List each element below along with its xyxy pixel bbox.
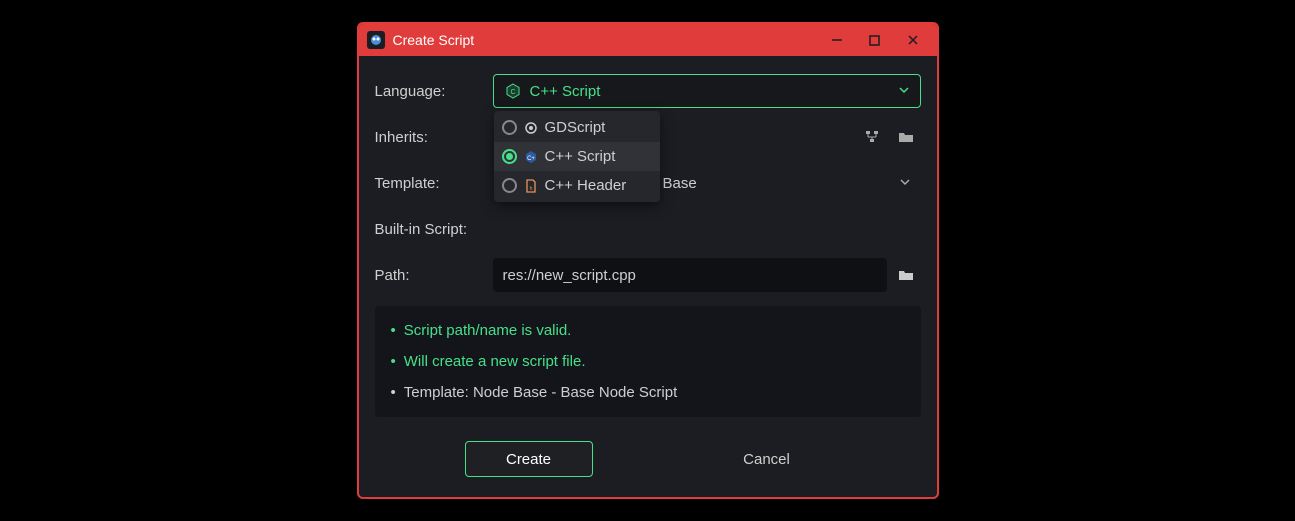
maximize-button[interactable] (867, 32, 883, 48)
builtin-row: Built-in Script: (375, 212, 921, 246)
language-dropdown[interactable]: C C++ Script GDScript (493, 74, 921, 108)
folder-button[interactable] (891, 122, 921, 152)
path-input[interactable]: res://new_script.cpp (493, 258, 887, 292)
template-value: Base (663, 175, 697, 192)
button-label: Create (506, 451, 551, 468)
radio-off-icon (502, 178, 517, 193)
path-label: Path: (375, 267, 493, 284)
cpp-script-icon: C (504, 82, 522, 100)
template-label: Template: (375, 175, 493, 192)
language-option-gdscript[interactable]: GDScript (494, 113, 660, 142)
radio-on-icon (502, 149, 517, 164)
window-title: Create Script (393, 32, 829, 48)
status-create: • Will create a new script file. (391, 353, 905, 370)
dialog-content: Language: C C++ Script GDScript (359, 56, 937, 497)
dialog-buttons: Create Cancel (375, 441, 921, 481)
builtin-label: Built-in Script: (375, 221, 493, 238)
inherits-label: Inherits: (375, 129, 493, 146)
language-row: Language: C C++ Script GDScript (375, 74, 921, 108)
gdscript-icon (523, 120, 539, 136)
language-option-cpp-script[interactable]: C+ C++ Script (494, 142, 660, 171)
status-text: Template: Node Base - Base Node Script (404, 384, 677, 401)
option-label: C++ Script (545, 148, 616, 165)
minimize-button[interactable] (829, 32, 845, 48)
status-text: Will create a new script file. (404, 353, 586, 370)
status-valid: • Script path/name is valid. (391, 322, 905, 339)
path-row: Path: res://new_script.cpp (375, 258, 921, 292)
browse-path-button[interactable] (891, 260, 921, 290)
language-option-cpp-header[interactable]: h C++ Header (494, 171, 660, 200)
close-button[interactable] (905, 32, 921, 48)
bullet-icon: • (391, 322, 396, 339)
titlebar: Create Script (359, 24, 937, 56)
hierarchy-button[interactable] (857, 122, 887, 152)
app-icon (367, 31, 385, 49)
option-label: C++ Header (545, 177, 627, 194)
cancel-button[interactable]: Cancel (703, 441, 831, 477)
language-label: Language: (375, 83, 493, 100)
cpp-script-icon: C+ (523, 149, 539, 165)
language-dropdown-list: GDScript C+ C++ Script h C (494, 111, 660, 202)
bullet-icon: • (391, 353, 396, 370)
cpp-header-icon: h (523, 178, 539, 194)
status-text: Script path/name is valid. (404, 322, 572, 339)
chevron-down-icon (899, 175, 911, 192)
radio-off-icon (502, 120, 517, 135)
chevron-down-icon (898, 83, 910, 100)
create-script-dialog: Create Script Language: C C++ Script (357, 22, 939, 499)
status-template: • Template: Node Base - Base Node Script (391, 384, 905, 401)
svg-text:C+: C+ (527, 156, 535, 162)
window-controls (829, 32, 929, 48)
option-label: GDScript (545, 119, 606, 136)
language-selected: C++ Script (530, 83, 898, 100)
path-value: res://new_script.cpp (503, 267, 636, 284)
svg-text:C: C (510, 89, 515, 96)
status-box: • Script path/name is valid. • Will crea… (375, 306, 921, 417)
bullet-icon: • (391, 384, 396, 401)
button-label: Cancel (743, 451, 790, 468)
svg-text:h: h (529, 186, 532, 192)
create-button[interactable]: Create (465, 441, 593, 477)
